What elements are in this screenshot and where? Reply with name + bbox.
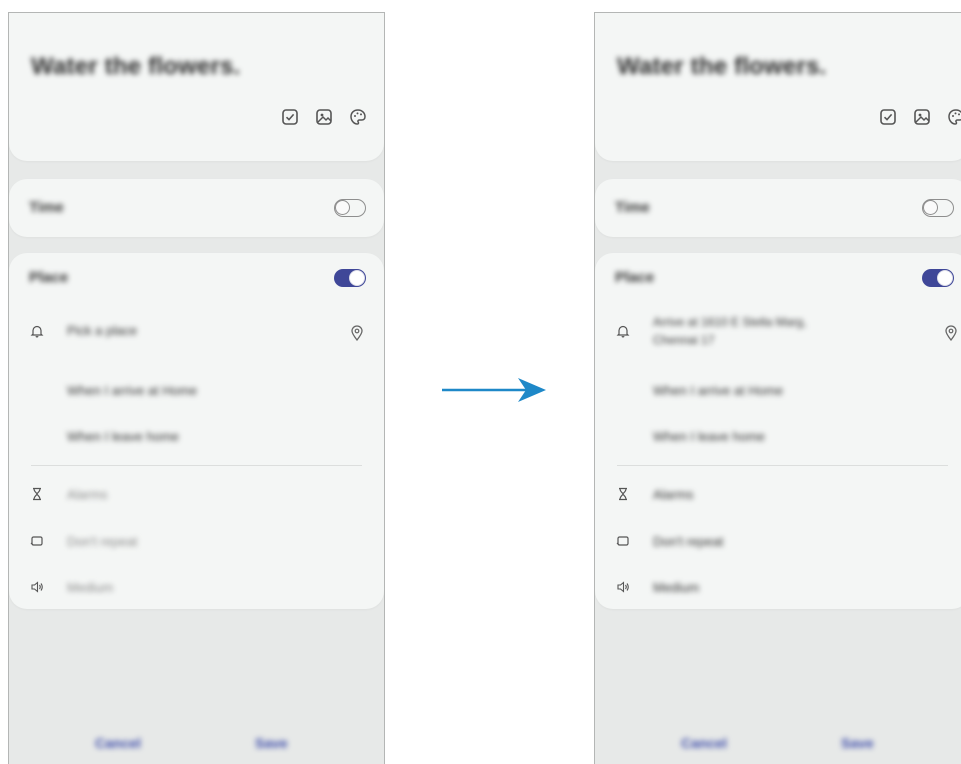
toggle-knob	[937, 270, 953, 286]
repeat-icon	[29, 533, 45, 549]
selected-place-address[interactable]: Arrive at 1610 E Stella Marg, Chennai 17	[653, 313, 806, 349]
note-title[interactable]: Water the flowers.	[617, 53, 826, 81]
place-card: Place Pick a place When I arrive at Home…	[9, 253, 384, 609]
image-icon[interactable]	[912, 107, 932, 127]
volume-icon	[29, 579, 45, 595]
option-leave[interactable]: When I leave home	[653, 429, 765, 444]
place-label: Place	[29, 269, 69, 286]
volume-text[interactable]: Medium	[653, 580, 699, 595]
location-pin-icon[interactable]	[350, 325, 364, 342]
note-toolbar	[878, 107, 961, 127]
time-label: Time	[615, 199, 650, 216]
time-label: Time	[29, 199, 64, 216]
phone-screen-before: Water the flowers. Time Place Pick a pla…	[8, 12, 385, 764]
note-title-card: Water the flowers.	[9, 13, 384, 161]
transition-arrow-icon	[442, 378, 546, 402]
toggle-knob	[349, 270, 365, 286]
repeat-icon	[615, 533, 631, 549]
repeat-text[interactable]: Don't repeat	[653, 534, 723, 549]
divider	[31, 465, 362, 466]
cancel-button[interactable]: Cancel	[681, 735, 727, 751]
time-card: Time	[9, 179, 384, 237]
save-button[interactable]: Save	[841, 735, 874, 751]
place-toggle[interactable]	[922, 269, 954, 287]
cancel-button[interactable]: Cancel	[95, 735, 141, 751]
time-toggle[interactable]	[922, 199, 954, 217]
option-arrive[interactable]: When I arrive at Home	[653, 383, 783, 398]
option-arrive[interactable]: When I arrive at Home	[67, 383, 197, 398]
note-title-card: Water the flowers.	[595, 13, 961, 161]
note-title[interactable]: Water the flowers.	[31, 53, 240, 81]
place-toggle[interactable]	[334, 269, 366, 287]
time-toggle[interactable]	[334, 199, 366, 217]
palette-icon[interactable]	[946, 107, 961, 127]
alarm-text[interactable]: Alarms	[67, 487, 107, 502]
toggle-knob	[335, 200, 350, 215]
palette-icon[interactable]	[348, 107, 368, 127]
option-leave[interactable]: When I leave home	[67, 429, 179, 444]
bell-icon	[615, 323, 631, 339]
phone-screen-after: Water the flowers. Time Place Arrive at …	[594, 12, 961, 764]
divider	[617, 465, 948, 466]
image-icon[interactable]	[314, 107, 334, 127]
repeat-text[interactable]: Don't repeat	[67, 534, 137, 549]
pick-place-text[interactable]: Pick a place	[67, 323, 137, 338]
time-card: Time	[595, 179, 961, 237]
location-pin-icon[interactable]	[944, 325, 958, 342]
toggle-knob	[923, 200, 938, 215]
place-card: Place Arrive at 1610 E Stella Marg, Chen…	[595, 253, 961, 609]
note-toolbar	[280, 107, 368, 127]
checkbox-icon[interactable]	[878, 107, 898, 127]
place-label: Place	[615, 269, 655, 286]
hourglass-icon	[615, 486, 631, 502]
bell-icon	[29, 323, 45, 339]
volume-icon	[615, 579, 631, 595]
save-button[interactable]: Save	[255, 735, 288, 751]
hourglass-icon	[29, 486, 45, 502]
checkbox-icon[interactable]	[280, 107, 300, 127]
address-line-1: Arrive at 1610 E Stella Marg,	[653, 315, 807, 329]
address-line-2: Chennai 17	[653, 333, 715, 347]
alarm-text[interactable]: Alarms	[653, 487, 693, 502]
volume-text[interactable]: Medium	[67, 580, 113, 595]
